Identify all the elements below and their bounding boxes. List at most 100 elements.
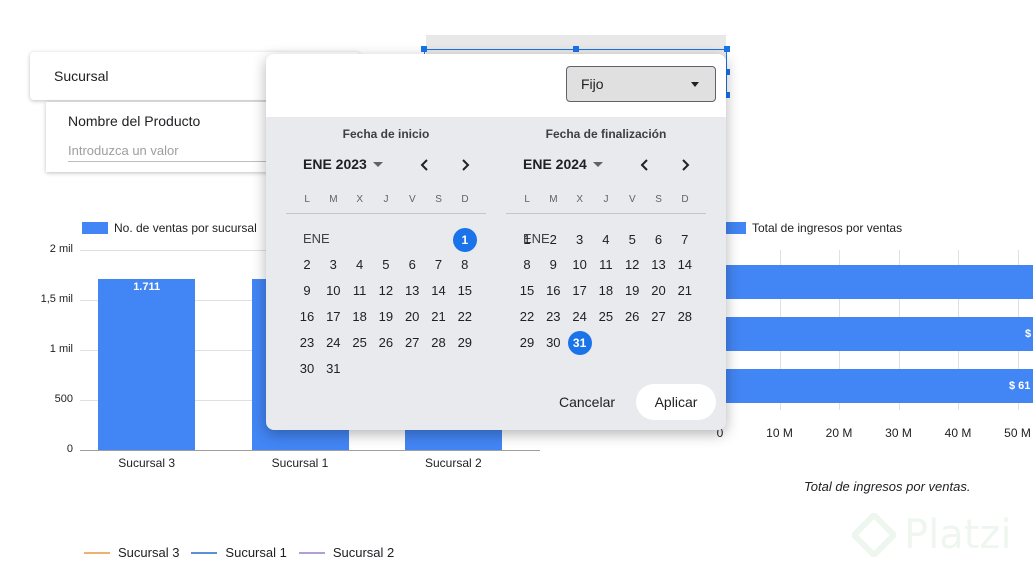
resize-handle[interactable] <box>724 46 730 52</box>
calendar-day[interactable]: 12 <box>374 279 398 303</box>
calendar-day[interactable]: 7 <box>427 253 451 277</box>
calendar-day[interactable]: 23 <box>295 331 319 355</box>
calendar-day[interactable]: 15 <box>453 279 477 303</box>
calendar-day[interactable]: 8 <box>515 253 539 277</box>
calendar-day[interactable]: 11 <box>348 279 372 303</box>
y-tick-label: 500 <box>54 393 73 405</box>
end-date-title: Fecha de finalización <box>545 127 667 141</box>
calendar-day[interactable]: 18 <box>348 305 372 329</box>
weekday-label: V <box>409 194 416 205</box>
calendar-day[interactable]: 20 <box>400 305 424 329</box>
next-month-button[interactable] <box>453 153 477 177</box>
end-month-selector[interactable]: ENE 2024 <box>523 156 603 172</box>
calendar-day[interactable]: 19 <box>374 305 398 329</box>
prev-month-button[interactable] <box>633 153 657 177</box>
calendar-day[interactable]: 3 <box>321 253 345 277</box>
calendar-day[interactable]: 14 <box>673 253 697 277</box>
start-month-selector[interactable]: ENE 2023 <box>303 156 383 172</box>
calendar-day[interactable]: 25 <box>348 331 372 355</box>
calendar-day[interactable]: 30 <box>295 357 319 381</box>
y-tick-label: 1,5 mil <box>40 293 73 305</box>
calendar-day[interactable]: 9 <box>295 279 319 303</box>
x-tick-label: 20 M <box>825 426 853 440</box>
calendar-day[interactable]: 5 <box>374 253 398 277</box>
calendar-day[interactable]: 31 <box>321 357 345 381</box>
calendar-day[interactable]: 1 <box>515 228 539 252</box>
end-month-label: ENE 2024 <box>523 156 587 172</box>
calendar-day[interactable]: 22 <box>453 305 477 329</box>
next-month-button[interactable] <box>673 153 697 177</box>
calendar-day[interactable]: 21 <box>427 305 451 329</box>
calendar-day[interactable]: 26 <box>620 305 644 329</box>
calendar-day[interactable]: 21 <box>673 279 697 303</box>
legend-label: Sucursal 3 <box>118 545 180 560</box>
legend-label: Total de ingresos por ventas <box>752 221 903 235</box>
x-tick-label: Sucursal 3 <box>118 456 175 470</box>
calendar-day[interactable]: 29 <box>453 331 477 355</box>
calendar-day[interactable]: 13 <box>400 279 424 303</box>
calendar-day[interactable]: 17 <box>568 279 592 303</box>
calendar-day[interactable]: 14 <box>427 279 451 303</box>
resize-handle[interactable] <box>573 46 579 52</box>
chevron-right-icon <box>682 159 690 171</box>
resize-handle[interactable] <box>421 46 427 52</box>
date-mode-select[interactable]: Fijo <box>566 66 716 102</box>
calendar-day[interactable]: 28 <box>673 305 697 329</box>
producto-input[interactable] <box>68 140 268 162</box>
calendar-day[interactable]: 11 <box>594 253 618 277</box>
producto-filter-label: Nombre del Producto <box>68 113 201 129</box>
calendar-day[interactable]: 5 <box>620 228 644 252</box>
calendar-day[interactable]: 31 <box>567 331 592 355</box>
calendar-day[interactable]: 26 <box>374 331 398 355</box>
calendar-day[interactable]: 20 <box>647 279 671 303</box>
calendar-day[interactable]: 2 <box>295 253 319 277</box>
calendar-day[interactable]: 4 <box>348 253 372 277</box>
calendar-day[interactable]: 1 <box>452 228 477 252</box>
calendar-day[interactable]: 8 <box>453 253 477 277</box>
calendar-day[interactable]: 15 <box>515 279 539 303</box>
calendar-day[interactable]: 7 <box>673 228 697 252</box>
calendar-day[interactable]: 30 <box>541 331 565 355</box>
calendar-day[interactable]: 2 <box>541 228 565 252</box>
calendar-day[interactable]: 6 <box>400 253 424 277</box>
calendar-day[interactable]: 25 <box>594 305 618 329</box>
calendar-day[interactable]: 24 <box>321 331 345 355</box>
calendar-day[interactable]: 27 <box>400 331 424 355</box>
weekday-label: L <box>524 194 530 205</box>
calendar-day[interactable]: 12 <box>620 253 644 277</box>
calendar-day[interactable]: 18 <box>594 279 618 303</box>
calendar-day[interactable]: 10 <box>321 279 345 303</box>
calendar-day[interactable]: 23 <box>541 305 565 329</box>
calendar-day[interactable]: 16 <box>541 279 565 303</box>
legend-label: Sucursal 2 <box>332 545 395 560</box>
cancel-button[interactable]: Cancelar <box>552 384 622 420</box>
weekday-header: LMXJVSD <box>514 194 704 205</box>
weekday-label: M <box>549 194 558 205</box>
prev-month-button[interactable] <box>413 153 437 177</box>
calendar-day[interactable]: 27 <box>647 305 671 329</box>
date-range-picker: Fijo Fecha de inicio ENE 2023 LMXJVSD EN… <box>266 54 726 430</box>
bar-data-label: 1.711 <box>133 280 161 293</box>
calendar-day[interactable]: 28 <box>427 331 451 355</box>
calendar-day[interactable]: 17 <box>321 305 345 329</box>
calendar-day[interactable]: 6 <box>647 228 671 252</box>
calendar-day[interactable]: 9 <box>541 253 565 277</box>
calendar-day[interactable]: 29 <box>515 331 539 355</box>
calendar-day[interactable]: 16 <box>295 305 319 329</box>
x-tick-label: 30 M <box>885 426 912 440</box>
calendar-divider <box>286 213 486 214</box>
calendar-day[interactable]: 24 <box>568 305 592 329</box>
weekday-label: M <box>329 194 338 205</box>
x-tick-label: 50 M <box>1004 426 1031 440</box>
calendar-day[interactable]: 10 <box>568 253 592 277</box>
calendar-day[interactable]: 4 <box>594 228 618 252</box>
calendar-day[interactable]: 19 <box>620 279 644 303</box>
producto-filter: Nombre del Producto <box>46 102 286 172</box>
calendar-day[interactable]: 13 <box>647 253 671 277</box>
weekday-label: S <box>435 194 442 205</box>
calendar-day[interactable]: 22 <box>515 305 539 329</box>
apply-button[interactable]: Aplicar <box>636 384 716 420</box>
y-tick-label: 2 mil <box>49 243 73 255</box>
sucursal-filter-label: Sucursal <box>54 68 109 84</box>
calendar-day[interactable]: 3 <box>568 228 592 252</box>
